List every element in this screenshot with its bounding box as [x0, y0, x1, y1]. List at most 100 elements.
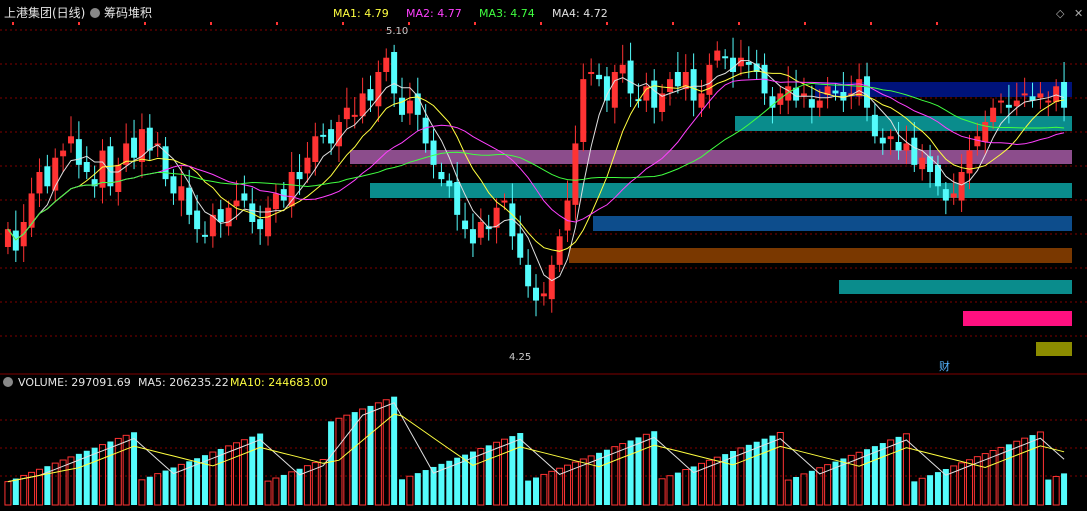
volume-bar-down	[753, 441, 760, 505]
volume-bar-up	[99, 444, 107, 506]
volume-bar-down	[761, 438, 768, 505]
candle-body-down	[533, 287, 539, 301]
candle-body-up	[115, 164, 122, 192]
volume-bar-down	[162, 470, 169, 505]
candle-body-up	[312, 136, 319, 162]
volume-bar-down	[730, 451, 737, 505]
settings-diamond-icon[interactable]: ◇	[1056, 7, 1065, 20]
candle-body-down	[454, 182, 461, 215]
candle-body-down	[12, 230, 19, 251]
candle-body-down	[864, 76, 871, 108]
candle-body-up	[36, 172, 43, 194]
volume-bar-down	[509, 436, 516, 505]
volume-bar-up	[682, 469, 690, 506]
candle-body-down	[596, 74, 603, 80]
volume-bar-down	[627, 440, 634, 505]
volume-bar-up	[493, 441, 501, 506]
chart-canvas[interactable]: 5.10 4.25 财 上港集团(日线) 筹码堆积 MA1: 4.79 MA2: …	[0, 0, 1087, 507]
candle-body-up	[359, 93, 366, 117]
event-dot	[738, 22, 740, 25]
volume-label: VOLUME: 297091.69	[18, 376, 131, 389]
candle-body-down	[438, 172, 445, 180]
chip-band	[593, 216, 1072, 231]
candle-body-down	[832, 90, 839, 94]
chip-bands	[350, 82, 1072, 356]
volume-bar-down	[414, 473, 421, 505]
kline-chart[interactable]: 5.10 4.25 财 上港集团(日线) 筹码堆积 MA1: 4.79 MA2: …	[0, 0, 1087, 507]
ma-item-1: MA1: 4.79	[333, 7, 389, 20]
volume-bar-up	[4, 481, 12, 506]
candle-body-up	[304, 157, 311, 174]
event-dot	[210, 22, 212, 25]
event-dot	[606, 22, 608, 25]
volume-bar-up	[619, 443, 627, 506]
candle-body-up	[998, 100, 1005, 103]
dropdown-icon[interactable]	[90, 8, 100, 18]
candle-body-down	[241, 193, 248, 201]
candle-body-up	[540, 293, 547, 297]
volume-bar-down	[146, 476, 153, 505]
volume-bar-down	[462, 454, 469, 505]
candle-body-down	[745, 62, 752, 65]
volume-bar-down	[91, 447, 98, 505]
volume-bar-up	[335, 417, 343, 506]
candle-body-up	[343, 107, 350, 120]
candle-body-down	[44, 166, 51, 187]
candle-body-down	[170, 176, 177, 194]
event-dot	[342, 22, 344, 25]
volume-bar-down	[793, 476, 800, 505]
volume-bar-up	[225, 445, 233, 506]
volume-bar-down	[469, 451, 476, 505]
candle-body-up	[406, 100, 413, 114]
candle-body-down	[83, 162, 90, 172]
volume-bar-up	[918, 477, 926, 506]
candle-body-down	[674, 72, 681, 87]
volume-dropdown-icon[interactable]	[3, 377, 13, 387]
candle-body-up	[28, 193, 35, 228]
volume-bar-down	[280, 474, 287, 505]
candle-body-up	[351, 114, 358, 117]
volume-bar-down	[674, 472, 681, 505]
candle-body-down	[879, 137, 886, 144]
volume-bar-up	[154, 473, 162, 506]
candle-body-up	[588, 72, 595, 74]
candle-body-down	[320, 134, 327, 137]
candle-body-up	[67, 136, 74, 144]
close-icon[interactable]: ✕	[1074, 7, 1083, 20]
volume-bar-up	[406, 475, 414, 506]
finance-marker[interactable]: 财	[939, 359, 950, 373]
candle-body-up	[666, 79, 673, 92]
chip-band	[569, 248, 1072, 263]
volume-bar-down	[249, 436, 256, 505]
event-dot	[672, 22, 674, 25]
volume-bar-up	[666, 475, 674, 506]
candle-body-up	[548, 264, 555, 300]
volume-bar-up	[240, 439, 248, 506]
candle-body-up	[611, 72, 618, 108]
volume-bar-down	[635, 437, 642, 505]
candle-body-up	[1021, 93, 1028, 96]
volume-bar-down	[533, 477, 539, 505]
volume-bar-down	[722, 454, 729, 505]
volume-bar-up	[264, 480, 272, 506]
volume-bar-down	[864, 449, 871, 505]
indicator-name[interactable]: 筹码堆积	[104, 6, 152, 20]
volume-bar-down	[391, 396, 398, 505]
volume-bar-up	[981, 453, 989, 506]
candle-body-down	[525, 264, 532, 287]
volume-bar-down	[651, 431, 658, 505]
candle-body-down	[603, 76, 610, 101]
event-dot	[474, 22, 476, 25]
candle-body-up	[887, 136, 894, 140]
candle-body-up	[714, 50, 721, 61]
chip-band	[735, 116, 1072, 131]
candle-body-down	[1005, 104, 1012, 108]
candlestick-series[interactable]	[4, 37, 1068, 317]
volume-bar-down	[517, 433, 524, 505]
stock-title[interactable]: 上港集团(日线)	[4, 5, 85, 20]
volume-title-bar: VOLUME: 297091.69 MA5: 206235.22 MA10: 2…	[3, 376, 328, 389]
volume-ma-5	[7, 402, 1065, 483]
chip-band	[370, 183, 1072, 198]
candle-body-up	[816, 100, 823, 108]
volume-bar-up	[343, 414, 351, 506]
